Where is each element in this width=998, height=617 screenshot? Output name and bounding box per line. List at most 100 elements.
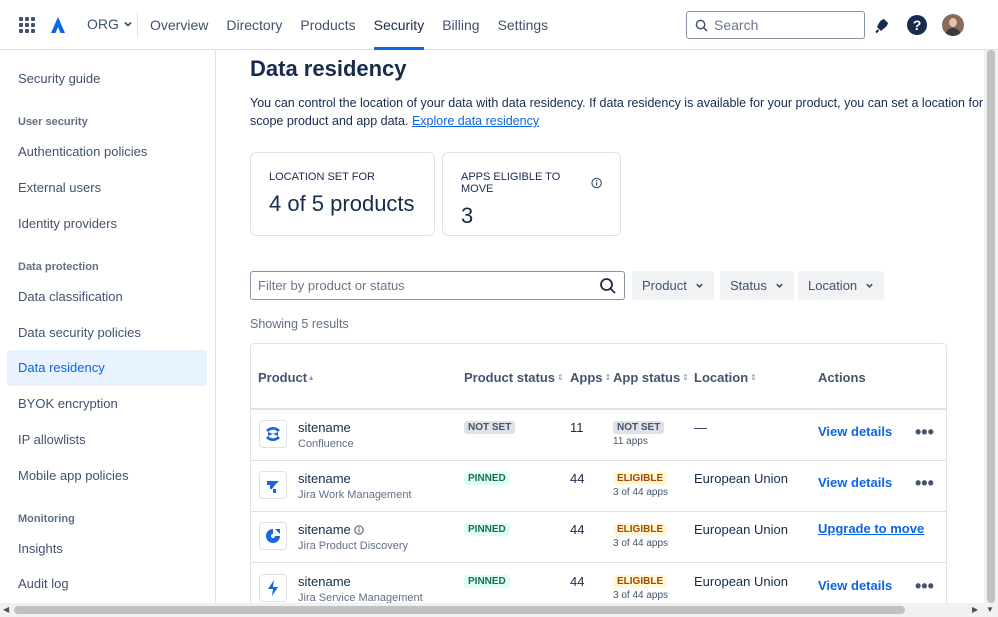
site-name-label: sitename <box>298 522 351 537</box>
filter-placeholder: Filter by product or status <box>258 278 405 293</box>
status-dropdown[interactable]: Status <box>720 271 794 300</box>
more-actions-icon[interactable]: ••• <box>915 422 934 443</box>
results-count: Showing 5 results <box>250 317 349 331</box>
header-location-label: Location <box>694 370 749 385</box>
sidebar-item-external-users[interactable]: External users <box>7 170 207 206</box>
header-product-status[interactable]: Product status ⇕ <box>464 370 564 385</box>
search-icon <box>600 278 616 294</box>
header-product-status-label: Product status <box>464 370 556 385</box>
org-switcher[interactable]: ORG <box>87 16 133 32</box>
location-dropdown[interactable]: Location <box>798 271 885 300</box>
sidebar-item-data-residency[interactable]: Data residency <box>7 350 207 386</box>
app-status-detail: 3 of 44 apps <box>613 487 669 498</box>
upgrade-to-move-link[interactable]: Upgrade to move <box>818 521 924 536</box>
atlassian-logo-icon[interactable] <box>48 15 68 35</box>
more-actions-icon[interactable]: ••• <box>915 576 934 597</box>
header-actions: Actions <box>818 370 866 385</box>
site-name: sitename <box>298 574 351 589</box>
vertical-scrollbar[interactable] <box>984 50 998 603</box>
explore-data-residency-link[interactable]: Explore data residency <box>412 114 539 128</box>
sidebar-item-data-security-policies[interactable]: Data security policies <box>7 315 207 351</box>
product-dropdown[interactable]: Product <box>632 271 714 300</box>
header-product-label: Product <box>258 370 308 385</box>
apps-eligible-label: APPS ELIGIBLE TO MOVE <box>461 171 561 195</box>
location-set-value: 4 of 5 products <box>269 191 415 216</box>
sidebar-heading-user-security: User security <box>18 116 88 128</box>
chevron-down-icon <box>124 21 132 27</box>
nav-links: Overview Directory Products Security Bil… <box>150 0 566 50</box>
sidebar-item-audit-log[interactable]: Audit log <box>7 566 207 602</box>
product-name: Confluence <box>298 438 354 450</box>
apps-count: 44 <box>570 574 585 589</box>
sort-icon: ⇕ <box>750 373 757 382</box>
help-icon[interactable]: ? <box>907 15 927 35</box>
search-placeholder: Search <box>714 17 759 33</box>
nav-billing[interactable]: Billing <box>442 0 479 50</box>
sidebar-item-identity-providers[interactable]: Identity providers <box>7 206 207 242</box>
confluence-icon <box>259 420 287 448</box>
horizontal-scrollbar[interactable]: ◀ ▶ ▼ <box>0 603 998 617</box>
sidebar-item-security-guide[interactable]: Security guide <box>7 61 207 97</box>
site-name-label: sitename <box>298 574 351 589</box>
product-status-badge: PINNED <box>464 523 510 536</box>
sidebar-item-ip-allowlists[interactable]: IP allowlists <box>7 422 207 458</box>
location-dropdown-label: Location <box>808 278 858 293</box>
location-value: European Union <box>694 522 788 537</box>
site-name: sitename <box>298 471 351 486</box>
jira-work-management-icon <box>259 471 287 499</box>
more-actions-icon[interactable]: ••• <box>915 473 934 494</box>
app-status-badge: NOT SET <box>613 421 665 434</box>
org-label: ORG <box>87 16 119 32</box>
search-input[interactable]: Search <box>686 11 865 39</box>
nav-settings[interactable]: Settings <box>498 0 549 50</box>
table-row: sitename Jira Product Discovery PINNED 4… <box>251 512 946 563</box>
top-navigation: ORG Overview Directory Products Security… <box>0 0 998 50</box>
sidebar-item-insights[interactable]: Insights <box>7 531 207 567</box>
header-apps[interactable]: Apps ⇕ <box>570 370 611 385</box>
scroll-down-icon[interactable]: ▼ <box>986 605 994 614</box>
location-value: European Union <box>694 471 788 486</box>
header-location[interactable]: Location ⇕ <box>694 370 757 385</box>
nav-security[interactable]: Security <box>373 0 424 50</box>
location-set-label: LOCATION SET FOR <box>269 171 375 183</box>
product-status-badge: PINNED <box>464 472 510 485</box>
apps-count: 11 <box>570 420 584 435</box>
info-icon[interactable] <box>591 177 602 189</box>
product-name: Jira Work Management <box>298 489 412 501</box>
location-set-card: LOCATION SET FOR 4 of 5 products <box>250 152 435 236</box>
product-name: Jira Product Discovery <box>298 540 409 552</box>
horizontal-scrollbar-thumb[interactable] <box>14 606 905 614</box>
info-icon[interactable] <box>354 524 364 535</box>
filter-input[interactable]: Filter by product or status <box>250 271 625 300</box>
nav-directory[interactable]: Directory <box>226 0 282 50</box>
header-app-status[interactable]: App status ⇕ <box>613 370 689 385</box>
status-dropdown-label: Status <box>730 278 767 293</box>
sidebar-item-byok-encryption[interactable]: BYOK encryption <box>7 386 207 422</box>
apps-count: 44 <box>570 471 585 486</box>
jira-product-discovery-icon <box>259 522 287 550</box>
view-details-link[interactable]: View details <box>818 475 892 490</box>
sidebar-item-authentication-policies[interactable]: Authentication policies <box>7 134 207 170</box>
sidebar-heading-monitoring: Monitoring <box>18 513 75 525</box>
page-description: You can control the location of your dat… <box>250 94 984 130</box>
sidebar: Security guide User security Authenticat… <box>0 50 216 603</box>
notifications-icon[interactable] <box>873 15 893 35</box>
chevron-down-icon <box>866 283 873 288</box>
view-details-link[interactable]: View details <box>818 578 892 593</box>
scroll-right-icon[interactable]: ▶ <box>972 605 978 614</box>
apps-eligible-value: 3 <box>461 203 474 228</box>
header-apps-label: Apps <box>570 370 603 385</box>
vertical-scrollbar-thumb[interactable] <box>987 50 995 603</box>
chevron-down-icon <box>696 283 703 288</box>
sidebar-item-mobile-app-policies[interactable]: Mobile app policies <box>7 458 207 494</box>
sidebar-item-data-classification[interactable]: Data classification <box>7 279 207 315</box>
avatar[interactable] <box>942 14 964 36</box>
app-switcher-icon[interactable] <box>19 17 35 33</box>
header-product[interactable]: Product ▴ <box>258 370 313 385</box>
nav-products[interactable]: Products <box>300 0 355 50</box>
nav-overview[interactable]: Overview <box>150 0 208 50</box>
page-title: Data residency <box>250 56 407 81</box>
scroll-left-icon[interactable]: ◀ <box>3 605 9 614</box>
search-icon <box>695 19 708 32</box>
view-details-link[interactable]: View details <box>818 424 892 439</box>
